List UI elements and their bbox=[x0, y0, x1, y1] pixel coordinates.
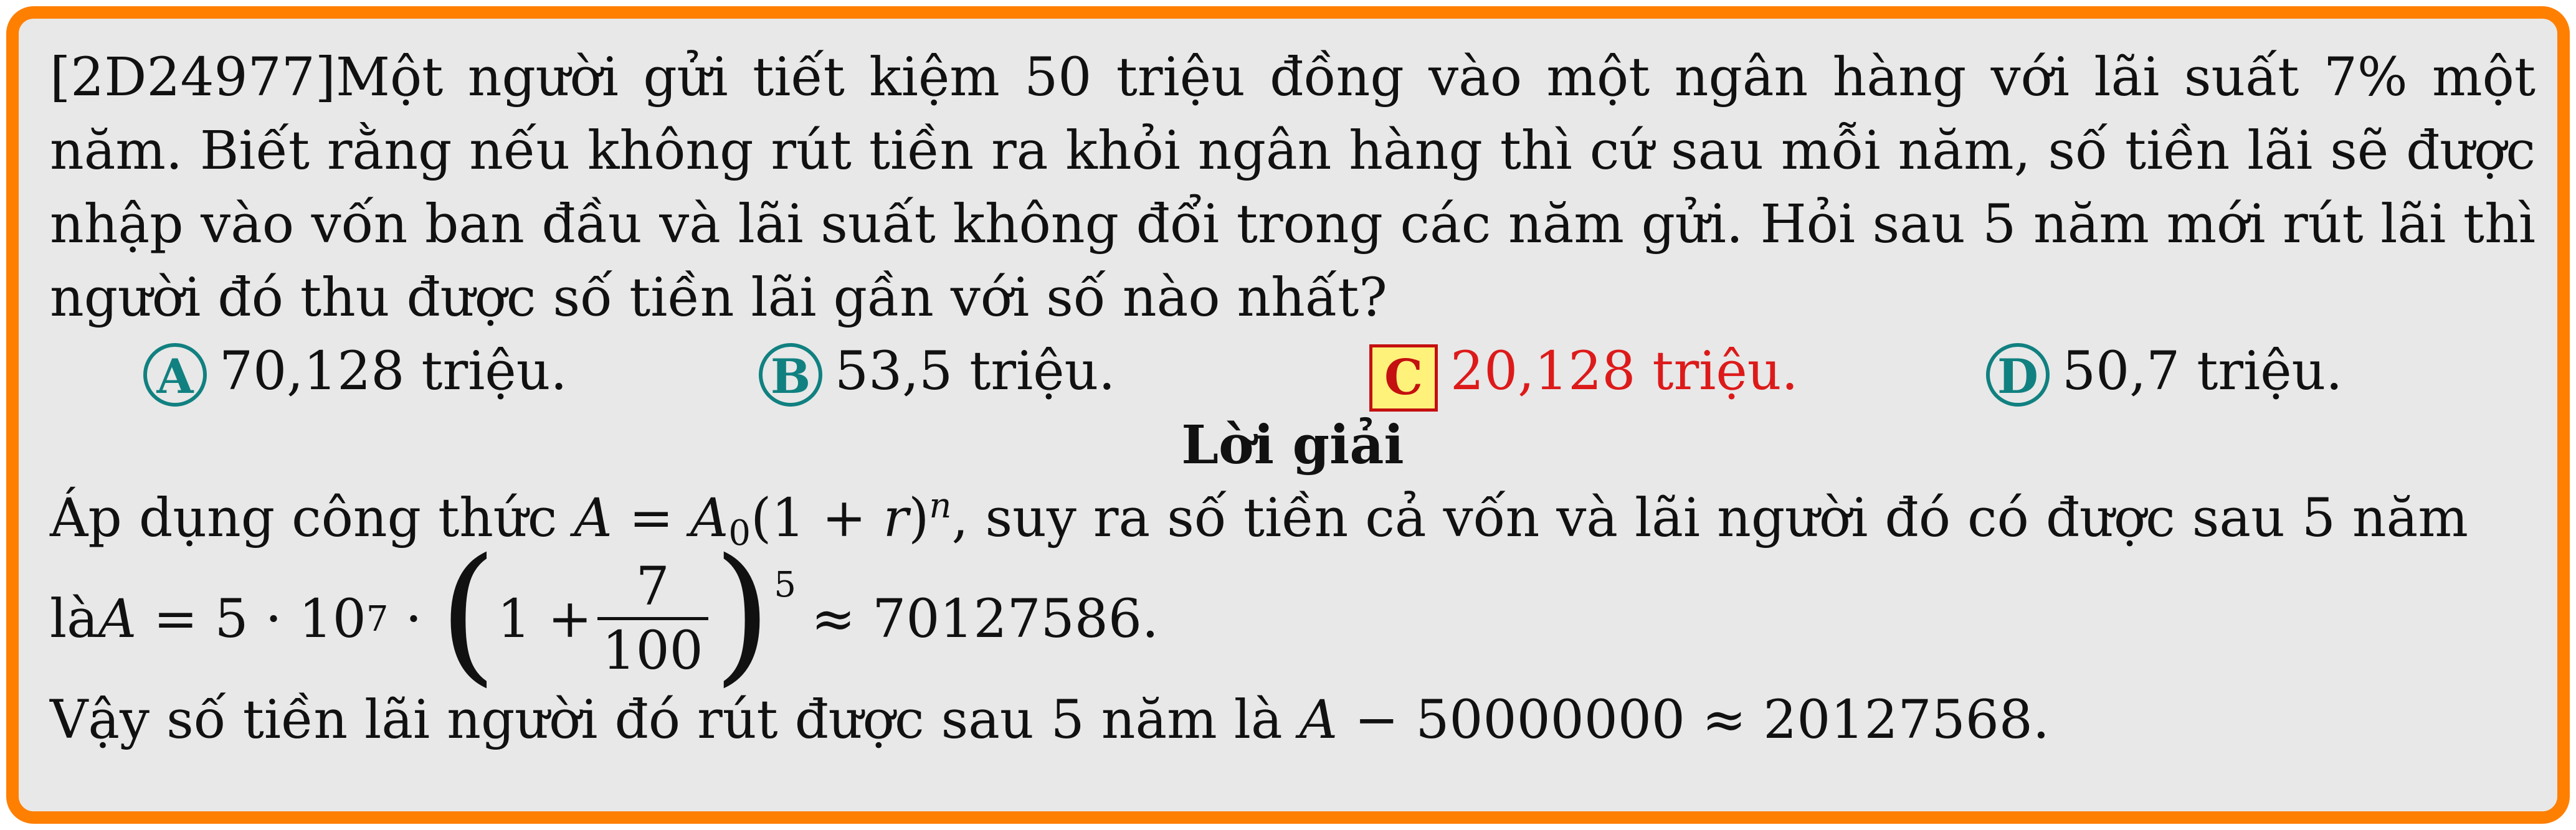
computation-formula: A = 5 · 10 7 · (1 +7 100) 5 bbox=[98, 526, 797, 700]
option-d-text: 50,7 triệu. bbox=[2062, 341, 2343, 402]
question-card: [2D24977]Một người gửi tiết kiệm 50 triệ… bbox=[6, 6, 2570, 824]
option-d-marker: D bbox=[1986, 343, 2050, 407]
option-b[interactable]: B 53,5 triệu. bbox=[759, 335, 1115, 408]
option-d[interactable]: D 50,7 triệu. bbox=[1986, 335, 2342, 408]
option-b-marker: B bbox=[759, 343, 822, 407]
card-content: [2D24977]Một người gửi tiết kiệm 50 triệ… bbox=[50, 41, 2536, 757]
problem-statement: [2D24977]Một người gửi tiết kiệm 50 triệ… bbox=[50, 47, 2536, 329]
option-b-text: 53,5 triệu. bbox=[835, 341, 1116, 402]
solution-line-2: là A = 5 · 10 7 · (1 +7 100) 5 ≈ 70127586. bbox=[50, 539, 2536, 688]
option-c-correct[interactable]: C 20,128 triệu. bbox=[1369, 335, 1798, 412]
final-result-formula: A − 50000000 ≈ 20127568. bbox=[1299, 689, 2050, 751]
option-c-text: 20,128 triệu. bbox=[1450, 341, 1799, 402]
option-a-text: 70,128 triệu. bbox=[219, 341, 568, 402]
option-a-marker: A bbox=[143, 343, 207, 407]
option-a[interactable]: A 70,128 triệu. bbox=[143, 335, 567, 408]
solution-line-3-text: Vậy số tiền lãi người đó rút được sau 5 … bbox=[50, 689, 1300, 751]
solution-line-1-text-b: , suy ra số tiền cả vốn và lãi người đó … bbox=[951, 488, 2468, 549]
option-c-marker: C bbox=[1369, 344, 1438, 412]
computation-result: ≈ 70127586. bbox=[811, 588, 1159, 650]
fraction-7-100: 7 100 bbox=[597, 557, 708, 682]
solution-title: Lời giải bbox=[1181, 414, 1404, 476]
solution-line-3: Vậy số tiền lãi người đó rút được sau 5 … bbox=[50, 684, 2536, 757]
solution-line-2-text: là bbox=[50, 588, 98, 650]
answer-options: A 70,128 triệu. B 53,5 triệu. C 20,128 triệ… bbox=[50, 335, 2536, 412]
